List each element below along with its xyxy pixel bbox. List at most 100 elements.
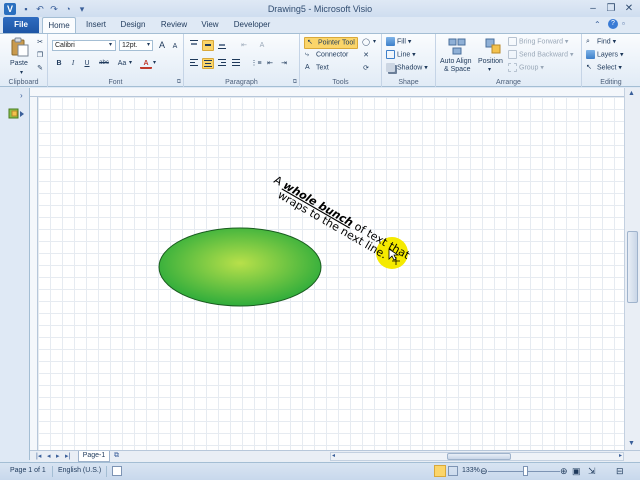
shadow-label: Shadow bbox=[397, 64, 423, 72]
paste-dropdown-icon[interactable]: ▾ bbox=[20, 68, 23, 78]
ellipse-tool-icon[interactable]: ◯ bbox=[360, 37, 372, 48]
format-painter-icon[interactable]: ✎ bbox=[34, 63, 46, 74]
connector-button[interactable]: ⤷ Connector bbox=[305, 50, 348, 60]
scroll-down-icon[interactable]: ▼ bbox=[628, 440, 635, 447]
tab-developer[interactable]: Developer bbox=[230, 17, 274, 33]
page-number-status[interactable]: Page 1 of 1 bbox=[10, 463, 46, 479]
decrease-indent-icon[interactable]: ⇤ bbox=[238, 40, 250, 51]
align-left-icon[interactable] bbox=[188, 58, 200, 69]
font-color-dropdown-icon[interactable]: ▾ bbox=[153, 59, 156, 66]
tab-view[interactable]: View bbox=[196, 17, 224, 33]
line-button[interactable]: Line ▾ bbox=[386, 50, 416, 60]
text-direction-icon[interactable]: A bbox=[256, 40, 268, 51]
increase-paragraph-indent-icon[interactable]: ⇥ bbox=[278, 58, 290, 69]
align-middle-icon[interactable] bbox=[202, 40, 214, 51]
shadow-button[interactable]: Shadow ▾ bbox=[386, 63, 428, 73]
align-top-icon[interactable] bbox=[188, 40, 200, 51]
text-tool-button[interactable]: A Text bbox=[305, 63, 329, 73]
tab-file[interactable]: File bbox=[3, 17, 39, 33]
first-page-icon[interactable]: |◂ bbox=[36, 452, 41, 460]
status-separator bbox=[52, 466, 53, 477]
connection-point-icon[interactable]: ✕ bbox=[360, 50, 372, 61]
status-separator bbox=[106, 466, 107, 477]
justify-icon[interactable] bbox=[230, 58, 242, 69]
zoom-in-icon[interactable]: ⊕ bbox=[560, 463, 568, 479]
help-icon[interactable]: ? bbox=[608, 19, 618, 29]
insert-page-icon[interactable]: ⧉ bbox=[114, 452, 119, 460]
vertical-ruler bbox=[30, 97, 38, 450]
zoom-percentage[interactable]: 133% bbox=[462, 463, 480, 479]
full-screen-view-icon[interactable] bbox=[448, 466, 458, 476]
green-ellipse-shape[interactable] bbox=[158, 227, 322, 307]
fit-page-icon[interactable]: ▣ bbox=[572, 463, 581, 479]
align-right-icon[interactable] bbox=[216, 58, 228, 69]
scroll-left-icon[interactable]: ◂ bbox=[332, 452, 335, 459]
restore-button[interactable]: ❐ bbox=[604, 2, 618, 15]
scroll-right-icon[interactable]: ▸ bbox=[619, 452, 622, 459]
zoom-slider-thumb[interactable] bbox=[522, 466, 528, 476]
paste-button[interactable]: Paste bbox=[10, 59, 28, 69]
font-group: Calibri ▾ 12pt. ▾ A A B I U abc Aa ▾ A ▾… bbox=[48, 34, 184, 87]
drawing-canvas[interactable]: A whole bunch of text that wraps to the … bbox=[38, 97, 624, 450]
group-button[interactable]: Group ▾ bbox=[508, 63, 544, 73]
minimize-button[interactable]: – bbox=[586, 2, 600, 15]
switch-windows-icon[interactable]: ⊟ bbox=[616, 463, 624, 479]
change-case-button[interactable]: Aa bbox=[115, 58, 129, 69]
horizontal-scroll-thumb[interactable] bbox=[447, 453, 511, 460]
bold-button[interactable]: B bbox=[53, 58, 65, 69]
decrease-paragraph-indent-icon[interactable]: ⇤ bbox=[264, 58, 276, 69]
zoom-out-icon[interactable]: ⊖ bbox=[480, 463, 488, 479]
expand-panel-icon[interactable]: › bbox=[20, 91, 23, 100]
macro-record-icon[interactable] bbox=[112, 466, 122, 476]
find-button[interactable]: ⌕ Find ▾ bbox=[586, 37, 616, 47]
cut-icon[interactable]: ✂ bbox=[34, 37, 46, 48]
minimize-ribbon-icon[interactable]: ⌃ bbox=[594, 20, 601, 29]
rotate-icon[interactable]: ⟳ bbox=[360, 63, 372, 74]
last-page-icon[interactable]: ▸| bbox=[65, 452, 70, 460]
font-family-select[interactable]: Calibri bbox=[52, 40, 116, 51]
copy-icon[interactable]: ❐ bbox=[34, 50, 46, 61]
auto-align-space-label: & Space bbox=[444, 66, 471, 73]
shapes-window-icon[interactable] bbox=[8, 108, 26, 120]
grow-font-icon[interactable]: A bbox=[156, 40, 168, 51]
previous-page-icon[interactable]: ◂ bbox=[47, 452, 51, 460]
bullets-icon[interactable]: ⋮≡ bbox=[250, 58, 262, 69]
tab-design[interactable]: Design bbox=[116, 17, 150, 33]
pan-zoom-icon[interactable]: ⇲ bbox=[588, 463, 596, 479]
font-group-label: Font bbox=[108, 79, 123, 86]
shrink-font-icon[interactable]: A bbox=[169, 41, 181, 52]
font-dialog-launcher-icon[interactable]: ⧉ bbox=[177, 79, 181, 86]
italic-button[interactable]: I bbox=[67, 58, 79, 69]
bring-forward-button[interactable]: Bring Forward ▾ bbox=[508, 37, 568, 47]
select-button[interactable]: ↖ Select ▾ bbox=[586, 63, 622, 73]
language-status[interactable]: English (U.S.) bbox=[58, 463, 101, 479]
page-tab-page-1[interactable]: Page-1 bbox=[78, 451, 110, 462]
close-button[interactable]: ✕ bbox=[622, 2, 636, 15]
vertical-scrollbar[interactable]: ▲ ▼ bbox=[624, 88, 640, 450]
font-size-dropdown-icon[interactable]: ▾ bbox=[147, 41, 150, 48]
align-center-icon[interactable] bbox=[202, 58, 214, 69]
normal-view-icon[interactable] bbox=[434, 465, 446, 477]
shape-tools-dropdown-icon[interactable]: ▾ bbox=[373, 38, 376, 45]
paragraph-group-label: Paragraph bbox=[225, 79, 258, 86]
layers-button[interactable]: Layers ▾ bbox=[586, 50, 623, 60]
fill-button[interactable]: Fill ▾ bbox=[386, 37, 411, 47]
scroll-up-icon[interactable]: ▲ bbox=[628, 90, 635, 97]
change-case-dropdown-icon[interactable]: ▾ bbox=[129, 59, 132, 66]
font-family-dropdown-icon[interactable]: ▾ bbox=[109, 41, 112, 48]
vertical-scroll-thumb[interactable] bbox=[627, 231, 638, 303]
tab-insert[interactable]: Insert bbox=[80, 17, 112, 33]
strikethrough-button[interactable]: abc bbox=[96, 58, 112, 69]
tab-review[interactable]: Review bbox=[156, 17, 192, 33]
align-bottom-icon[interactable] bbox=[216, 40, 228, 51]
font-color-button[interactable]: A bbox=[140, 58, 152, 69]
next-page-icon[interactable]: ▸ bbox=[56, 452, 60, 460]
position-dropdown-icon[interactable]: ▾ bbox=[488, 65, 491, 75]
horizontal-scrollbar[interactable]: ◂ ▸ bbox=[330, 452, 624, 461]
tab-home[interactable]: Home bbox=[42, 17, 76, 33]
pointer-tool-button[interactable]: ↖ Pointer Tool bbox=[304, 37, 358, 50]
underline-button[interactable]: U bbox=[81, 58, 93, 69]
ribbon-options-icon[interactable]: ▫ bbox=[622, 19, 625, 28]
send-backward-button[interactable]: Send Backward ▾ bbox=[508, 50, 574, 60]
paragraph-dialog-launcher-icon[interactable]: ⧉ bbox=[293, 79, 297, 86]
